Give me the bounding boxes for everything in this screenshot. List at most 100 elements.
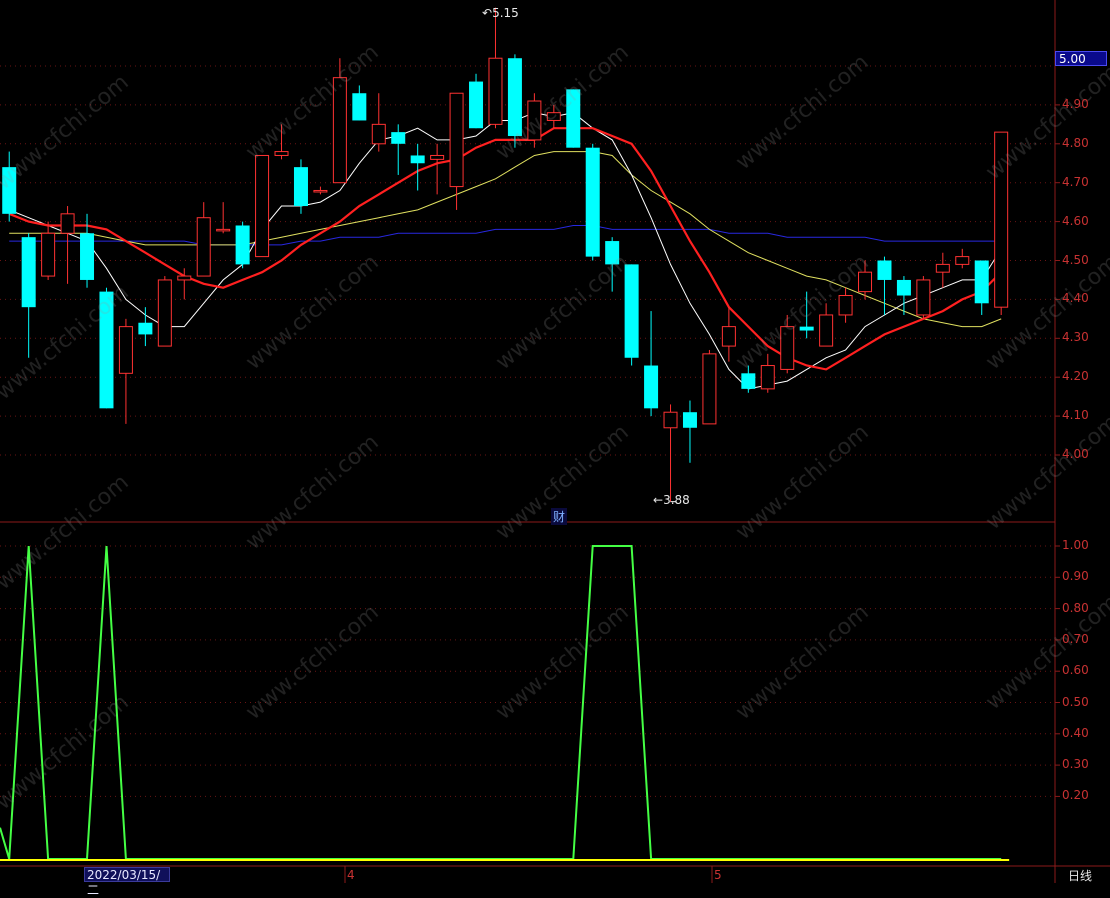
- candle-body: [235, 225, 250, 265]
- price-tick-label: 4.30: [1062, 330, 1089, 345]
- candle-body: [371, 123, 386, 145]
- candle-body: [313, 189, 328, 193]
- candle[interactable]: [624, 264, 639, 366]
- candle-body: [118, 326, 133, 374]
- indicator-tick-label: 0.20: [1062, 788, 1089, 803]
- candle[interactable]: [371, 93, 386, 152]
- price-tick-label: 4.40: [1062, 291, 1089, 306]
- candle-body: [702, 353, 717, 425]
- candle[interactable]: [41, 221, 56, 280]
- candle[interactable]: [469, 73, 484, 129]
- candle[interactable]: [430, 143, 445, 195]
- candle-body: [741, 373, 756, 389]
- candle[interactable]: [60, 206, 75, 284]
- candle[interactable]: [877, 256, 892, 315]
- candle[interactable]: [216, 202, 231, 234]
- candle[interactable]: [682, 400, 697, 463]
- indicator-tick-label: 0.30: [1062, 757, 1089, 772]
- price-tick-label: 4.60: [1062, 213, 1089, 228]
- candle-body: [877, 260, 892, 280]
- candle[interactable]: [391, 124, 406, 175]
- candle-body: [663, 411, 678, 429]
- candle[interactable]: [21, 233, 36, 358]
- candle[interactable]: [118, 318, 133, 424]
- period-selector[interactable]: 日线: [1068, 867, 1092, 884]
- candle-body: [585, 147, 600, 257]
- candle[interactable]: [974, 260, 989, 315]
- price-tick-label: 4.00: [1062, 447, 1089, 461]
- candle[interactable]: [410, 143, 425, 191]
- candle-body: [430, 154, 445, 160]
- candle-body: [721, 326, 736, 347]
- price-tick-label: 4.20: [1062, 369, 1089, 384]
- price-tick-label: 4.50: [1062, 252, 1089, 267]
- candle-body: [896, 279, 911, 296]
- candle[interactable]: [196, 202, 211, 277]
- candle-body: [410, 155, 425, 164]
- indicator-tick-label: 0.50: [1062, 694, 1089, 709]
- candle-body: [469, 81, 484, 129]
- ma60-line: [9, 225, 1002, 246]
- price-tick-label: 4.10: [1062, 408, 1089, 423]
- indicator-tick-label: 0.80: [1062, 600, 1089, 615]
- candle-body: [760, 365, 775, 390]
- candle[interactable]: [955, 248, 970, 269]
- candle-body: [955, 256, 970, 265]
- month-label-may: 5: [714, 868, 722, 882]
- candle[interactable]: [293, 159, 308, 214]
- finance-marker[interactable]: 财: [551, 508, 568, 525]
- candle-body: [60, 213, 75, 234]
- indicator-tick-label: 0.60: [1062, 663, 1089, 678]
- price-tick-label: 4.70: [1062, 174, 1089, 189]
- candle-body: [177, 275, 192, 281]
- candle[interactable]: [663, 404, 678, 502]
- candle[interactable]: [488, 7, 503, 129]
- candle-body: [974, 260, 989, 304]
- indicator-tick-label: 0.40: [1062, 725, 1089, 740]
- candle-body: [391, 132, 406, 144]
- candle-body: [293, 167, 308, 207]
- candle[interactable]: [157, 276, 172, 347]
- month-label-april: 4: [347, 868, 355, 882]
- candle-body: [819, 314, 834, 347]
- price-tick-label: 4.80: [1062, 135, 1089, 150]
- candle-body: [157, 279, 172, 347]
- candle-body: [682, 412, 697, 428]
- high-price-label: ↶5.15: [482, 6, 519, 20]
- candle-body: [838, 295, 853, 316]
- candle[interactable]: [935, 252, 950, 288]
- candle-body: [935, 263, 950, 273]
- indicator-tick-label: 1.00: [1062, 538, 1089, 552]
- candle-body: [916, 279, 931, 316]
- candle-body: [41, 232, 56, 277]
- candle-body: [449, 92, 464, 188]
- price-tick-label: 4.90: [1062, 96, 1089, 111]
- candle[interactable]: [916, 276, 931, 319]
- candle[interactable]: [352, 85, 367, 121]
- candle-body: [624, 264, 639, 358]
- low-price-label: ←3.88: [653, 493, 690, 507]
- candle[interactable]: [644, 311, 659, 417]
- candle[interactable]: [255, 154, 270, 258]
- chart-frame: [0, 0, 1110, 883]
- candle-body: [21, 237, 36, 308]
- candle-body: [196, 217, 211, 277]
- candle-body: [138, 322, 153, 335]
- candle-body: [644, 365, 659, 409]
- candle-body: [352, 93, 367, 121]
- cursor-date-label: 2022/03/15/二: [84, 867, 170, 897]
- candle[interactable]: [585, 143, 600, 261]
- candle-body: [488, 57, 503, 125]
- indicator-tick-label: 0.70: [1062, 631, 1089, 646]
- candle-body: [255, 154, 270, 258]
- candle[interactable]: [138, 307, 153, 347]
- indicator-tick-label: 0.90: [1062, 569, 1089, 584]
- candle-body: [274, 151, 289, 156]
- candle[interactable]: [702, 349, 717, 425]
- candle[interactable]: [235, 221, 250, 269]
- candle-body: [216, 228, 231, 232]
- candle-body: [80, 233, 95, 280]
- stock-chart[interactable]: [0, 0, 1110, 883]
- candle[interactable]: [313, 186, 328, 195]
- current-price-badge: 5.00: [1055, 51, 1107, 66]
